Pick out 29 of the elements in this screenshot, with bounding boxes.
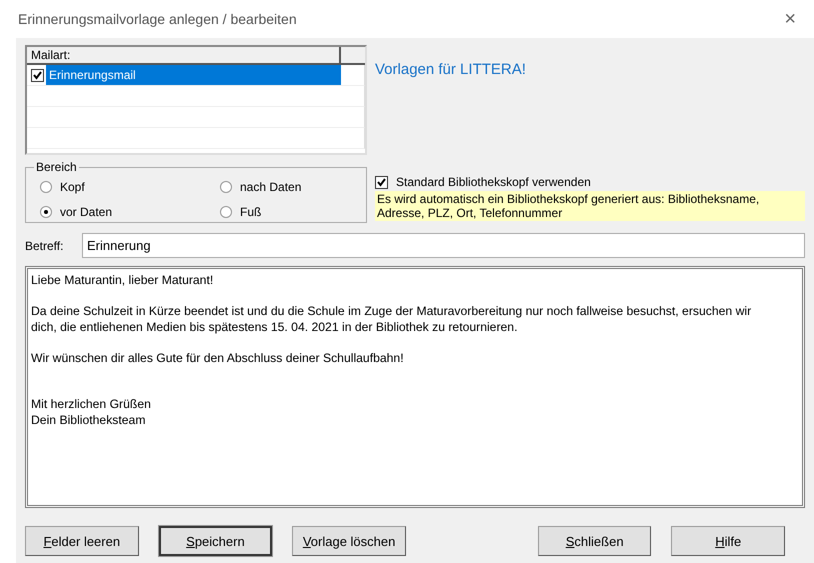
close-button[interactable]: ×: [778, 8, 802, 30]
radio-option[interactable]: Fuß: [220, 201, 356, 222]
dialog-button[interactable]: Hilfe: [671, 526, 785, 556]
dialog-button[interactable]: Speichern: [158, 526, 272, 556]
checkbox[interactable]: [31, 68, 44, 82]
subject-field[interactable]: Erinnerung: [82, 233, 805, 258]
info-note: Es wird automatisch ein Bibliothekskopf generiert aus: Bibliotheksname, Adresse, PLZ, Ort, Telefonnummer: [375, 191, 805, 221]
heading: Vorlagen für LITTERA!: [375, 61, 527, 78]
table-cell: [341, 65, 365, 86]
list-item[interactable]: Erinnerungsmail: [46, 65, 341, 85]
table-cell: [341, 128, 365, 149]
message-field[interactable]: Liebe Maturantin, lieber Maturant! Da deine Schulzeit in Kürze beendet ist und du die Schule im Zuge der Maturavorbereitung nur noch fallweise besuchst, ersuchen wir dich, die entliehenen Medien bis spätestens 15. 04. 2021 in der Bibliothek zu retournieren. Wir wünschen dir alles Gute für den Abschluss deiner Schullaufbahn! Mit herzlichen Grüßen Dein Bibliotheksteam: [25, 266, 805, 508]
radio-option[interactable]: nach Daten: [220, 176, 356, 197]
checkbox[interactable]: [375, 176, 388, 188]
radio-option[interactable]: vor Daten: [40, 201, 220, 222]
check-icon: [376, 176, 387, 188]
window-title: Erinnerungsmailvorlage anlegen / bearbeiten: [18, 11, 297, 27]
dialog-button[interactable]: Schließen: [538, 526, 652, 556]
group-title: Bereich: [34, 160, 79, 174]
dialog-button[interactable]: Vorlage löschen: [292, 526, 406, 556]
subject-label: Betreff:: [25, 238, 64, 252]
table-cell: [341, 86, 365, 107]
column-header: [341, 47, 365, 65]
checkbox-label: Standard Bibliothekskopf verwenden: [396, 175, 591, 189]
radio-option[interactable]: Kopf: [40, 176, 220, 197]
column-header: Mailart:: [27, 47, 341, 65]
dialog-button[interactable]: Felder leeren: [25, 526, 139, 556]
table-cell: [341, 107, 365, 128]
check-icon: [32, 70, 43, 80]
